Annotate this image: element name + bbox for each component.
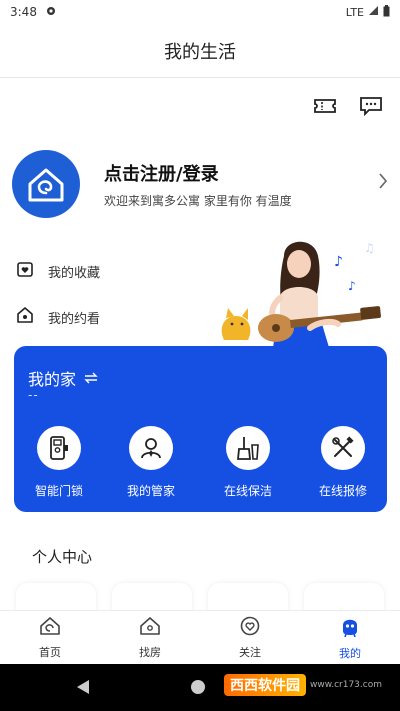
switch-arrows-icon <box>84 369 98 388</box>
service-steward[interactable]: 我的管家 <box>106 426 196 499</box>
avatar <box>12 150 80 218</box>
login-title: 点击注册/登录 <box>104 163 219 185</box>
service-smart-lock[interactable]: 智能门锁 <box>14 426 104 499</box>
house-eye-icon <box>16 306 34 328</box>
status-bar: 3:48 LTE <box>0 0 400 24</box>
home-circle-icon[interactable] <box>190 679 206 699</box>
heart-folder-icon <box>16 260 34 282</box>
personal-center-title: 个人中心 <box>32 548 93 566</box>
svg-text:♫: ♫ <box>364 241 375 255</box>
service-label: 在线报修 <box>318 484 367 498</box>
system-nav-bar: 西西软件园 www.cr173.com <box>0 664 400 711</box>
tab-mine[interactable]: 我的 <box>300 611 400 664</box>
svg-text:♪: ♪ <box>334 254 343 270</box>
service-label: 我的管家 <box>126 484 175 498</box>
viewings-link[interactable]: 我的约看 <box>16 306 100 328</box>
user-icon <box>339 615 361 640</box>
status-time: 3:48 <box>10 5 37 19</box>
message-icon[interactable] <box>357 92 385 120</box>
favorites-label: 我的收藏 <box>48 265 101 281</box>
battery-icon <box>383 4 390 20</box>
watermark-url: www.cr173.com <box>309 680 382 690</box>
page-title: 我的生活 <box>164 41 236 63</box>
signal-icon <box>368 5 379 19</box>
my-home-title: 我的家 <box>28 370 77 389</box>
settings-gear-icon <box>45 5 57 20</box>
watermark-brand: 西西软件园 <box>223 674 306 696</box>
service-repair[interactable]: 在线报修 <box>298 426 388 499</box>
tab-label: 我的 <box>339 646 361 660</box>
favorites-link[interactable]: 我的收藏 <box>16 260 100 282</box>
network-type: LTE <box>345 5 364 19</box>
service-cleaning[interactable]: 在线保洁 <box>203 426 293 499</box>
tab-label: 找房 <box>139 645 161 659</box>
service-label: 在线保洁 <box>223 484 272 498</box>
my-home-card: 我的家 -- 智能门锁 我的管家 在线保洁 在线报修 <box>14 346 387 512</box>
tab-label: 首页 <box>39 645 61 659</box>
smart-lock-icon <box>37 426 81 470</box>
house-icon <box>139 616 161 639</box>
cleaning-icon <box>226 426 270 470</box>
tab-find-house[interactable]: 找房 <box>100 611 200 664</box>
tab-follow[interactable]: 关注 <box>200 611 300 664</box>
steward-icon <box>129 426 173 470</box>
profile-login[interactable]: 点击注册/登录 欢迎来到寓多公寓 家里有你 有温度 <box>12 146 388 222</box>
service-label: 智能门锁 <box>34 484 83 498</box>
svg-text:♪: ♪ <box>348 279 356 293</box>
personal-center-card[interactable] <box>208 583 288 610</box>
ticket-icon[interactable] <box>311 92 339 120</box>
viewings-label: 我的约看 <box>48 311 101 327</box>
personal-center-card[interactable] <box>16 583 96 610</box>
tab-home[interactable]: 首页 <box>0 611 100 664</box>
personal-center-card[interactable] <box>112 583 192 610</box>
watermark: 西西软件园 www.cr173.com <box>223 674 382 696</box>
my-home-subtitle: -- <box>28 388 39 402</box>
back-icon[interactable] <box>76 679 90 699</box>
personal-center-card[interactable] <box>304 583 384 610</box>
home-snail-icon <box>39 616 61 639</box>
chevron-right-icon <box>378 172 388 194</box>
tab-label: 关注 <box>239 645 261 659</box>
my-home-header[interactable]: 我的家 <box>28 366 98 390</box>
heart-icon <box>239 616 261 639</box>
bottom-tab-bar: 首页 找房 关注 我的 <box>0 610 400 664</box>
repair-icon <box>321 426 365 470</box>
welcome-text: 欢迎来到寓多公寓 家里有你 有温度 <box>104 193 292 208</box>
header: 我的生活 <box>0 24 400 78</box>
main-content: 点击注册/登录 欢迎来到寓多公寓 家里有你 有温度 我的收藏 我的约看 ♪ ♪ … <box>0 78 400 610</box>
